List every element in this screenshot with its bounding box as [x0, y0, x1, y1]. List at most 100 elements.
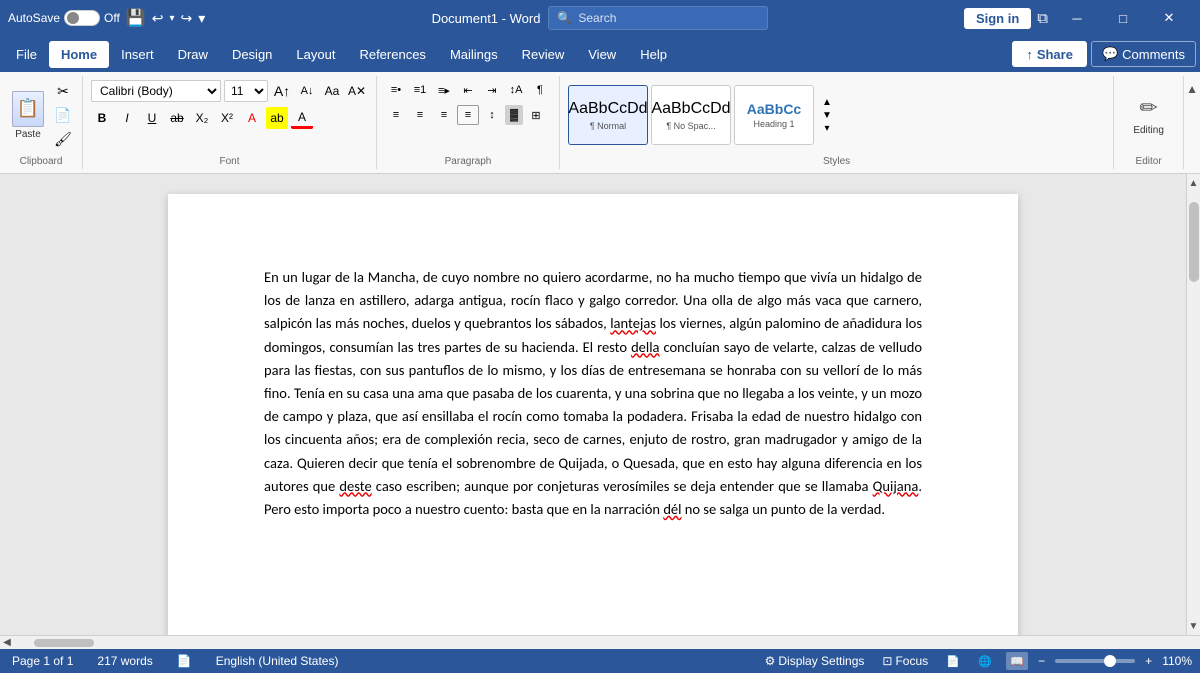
- menu-file[interactable]: File: [4, 41, 49, 68]
- style-normal[interactable]: AaBbCcDd ¶ Normal: [568, 85, 648, 145]
- styles-scroll-up[interactable]: ▲: [822, 97, 832, 108]
- spelling-quijana: Quijana: [873, 477, 919, 495]
- print-layout-view-button[interactable]: 📄: [942, 652, 964, 670]
- align-right-button[interactable]: ≡: [433, 105, 455, 125]
- autosave-toggle[interactable]: [64, 10, 100, 26]
- signin-button[interactable]: Sign in: [964, 8, 1031, 29]
- subscript-button[interactable]: X₂: [191, 107, 213, 129]
- editing-label: Editing: [1133, 125, 1164, 136]
- editor-area[interactable]: ✏ Editing: [1125, 91, 1172, 140]
- multilevel-button[interactable]: ≡▸: [433, 80, 455, 100]
- style-heading1[interactable]: AaBbCc Heading 1: [734, 85, 814, 145]
- undo-dropdown-icon[interactable]: ▾: [170, 13, 175, 24]
- focus-icon: ⊡: [882, 654, 892, 668]
- menu-layout[interactable]: Layout: [284, 41, 347, 68]
- decrease-indent-button[interactable]: ⇤: [457, 80, 479, 100]
- menu-mailings[interactable]: Mailings: [438, 41, 510, 68]
- styles-more-button[interactable]: ▾: [824, 123, 829, 134]
- clipboard-content: 📋 Paste ✂ 📄 🖌: [8, 76, 74, 154]
- style-heading1-label: Heading 1: [753, 119, 794, 129]
- menu-draw[interactable]: Draw: [166, 41, 220, 68]
- menu-design[interactable]: Design: [220, 41, 284, 68]
- line-spacing-button[interactable]: ↕: [481, 105, 503, 125]
- ribbon-collapse-button[interactable]: ▲: [1186, 82, 1198, 96]
- strikethrough-button[interactable]: ab: [166, 107, 188, 129]
- zoom-slider[interactable]: [1055, 659, 1135, 663]
- scroll-up-button[interactable]: ▲: [1187, 174, 1200, 192]
- document-text[interactable]: En un lugar de la Mancha, de cuyo nombre…: [264, 266, 922, 521]
- scroll-left-button[interactable]: ◀: [0, 636, 14, 650]
- zoom-level[interactable]: 110%: [1162, 654, 1192, 668]
- word-count[interactable]: 217 words: [93, 654, 156, 668]
- clear-format-button[interactable]: A✕: [346, 80, 368, 102]
- scroll-thumb[interactable]: [1189, 202, 1199, 282]
- vertical-scrollbar[interactable]: ▲ ▼: [1186, 174, 1200, 635]
- h-scroll-track[interactable]: [14, 636, 1186, 649]
- cut-button[interactable]: ✂: [52, 80, 74, 102]
- shading-button[interactable]: ▓: [505, 105, 523, 125]
- text-color-button[interactable]: A: [241, 107, 263, 129]
- search-box[interactable]: 🔍 Search: [548, 6, 768, 30]
- spelling-del: dél: [663, 500, 681, 518]
- copy-button[interactable]: 📄: [52, 104, 74, 126]
- zoom-plus-button[interactable]: +: [1145, 654, 1152, 668]
- page-info[interactable]: Page 1 of 1: [8, 654, 77, 668]
- zoom-thumb[interactable]: [1104, 655, 1116, 667]
- save-icon[interactable]: 💾: [126, 8, 146, 28]
- document-page[interactable]: En un lugar de la Mancha, de cuyo nombre…: [168, 194, 1018, 635]
- font-color-button[interactable]: A: [291, 107, 313, 129]
- scroll-down-button[interactable]: ▼: [1187, 617, 1200, 635]
- document-stats-icon[interactable]: 📄: [173, 654, 196, 668]
- menu-references[interactable]: References: [347, 41, 437, 68]
- font-row-2: B I U ab X₂ X² A ab A: [91, 107, 313, 129]
- menu-help[interactable]: Help: [628, 41, 679, 68]
- scroll-track[interactable]: [1187, 192, 1200, 617]
- document-scrollarea[interactable]: En un lugar de la Mancha, de cuyo nombre…: [0, 174, 1186, 635]
- font-family-select[interactable]: Calibri (Body): [91, 80, 221, 102]
- shrink-font-button[interactable]: A↓: [296, 80, 318, 102]
- increase-indent-button[interactable]: ⇥: [481, 80, 503, 100]
- sort-button[interactable]: ↕A: [505, 80, 527, 100]
- undo-icon[interactable]: ↩: [152, 10, 164, 27]
- bullets-button[interactable]: ≡•: [385, 80, 407, 100]
- style-no-spacing[interactable]: AaBbCcDd ¶ No Spac...: [651, 85, 731, 145]
- customize-icon[interactable]: ▾: [198, 10, 205, 27]
- menu-insert[interactable]: Insert: [109, 41, 166, 68]
- document-title: Document1 - Word: [432, 11, 541, 26]
- styles-scroll-down[interactable]: ▼: [822, 110, 832, 121]
- restore-button[interactable]: □: [1100, 0, 1146, 36]
- focus-button[interactable]: ⊡ Focus: [878, 654, 932, 668]
- highlight-color-button[interactable]: ab: [266, 107, 288, 129]
- paste-button[interactable]: 📋 Paste: [8, 89, 48, 142]
- superscript-button[interactable]: X²: [216, 107, 238, 129]
- web-layout-button[interactable]: 🌐: [974, 652, 996, 670]
- comments-button[interactable]: 💬 Comments: [1091, 41, 1196, 67]
- numbering-button[interactable]: ≡1: [409, 80, 431, 100]
- read-mode-button[interactable]: 📖: [1006, 652, 1028, 670]
- align-left-button[interactable]: ≡: [385, 105, 407, 125]
- change-case-button[interactable]: Aa: [321, 80, 343, 102]
- show-formatting-button[interactable]: ¶: [529, 80, 551, 100]
- menu-view[interactable]: View: [576, 41, 628, 68]
- minimize-button[interactable]: ─: [1054, 0, 1100, 36]
- bold-button[interactable]: B: [91, 107, 113, 129]
- display-settings-button[interactable]: ⚙ Display Settings: [761, 654, 869, 668]
- zoom-minus-button[interactable]: −: [1038, 654, 1045, 668]
- grow-font-button[interactable]: A↑: [271, 80, 293, 102]
- menu-review[interactable]: Review: [510, 41, 577, 68]
- share-button[interactable]: ↑ Share: [1012, 41, 1087, 67]
- justify-button[interactable]: ≡: [457, 105, 479, 125]
- h-scroll-thumb[interactable]: [34, 639, 94, 647]
- close-button[interactable]: ✕: [1146, 0, 1192, 36]
- italic-button[interactable]: I: [116, 107, 138, 129]
- redo-icon[interactable]: ↪: [181, 10, 193, 27]
- underline-button[interactable]: U: [141, 107, 163, 129]
- multi-window-icon[interactable]: ⧉: [1037, 10, 1048, 27]
- format-painter-button[interactable]: 🖌: [52, 128, 74, 150]
- font-size-select[interactable]: 11: [224, 80, 268, 102]
- align-center-button[interactable]: ≡: [409, 105, 431, 125]
- borders-button[interactable]: ⊞: [525, 105, 547, 125]
- horizontal-scrollbar[interactable]: ◀: [0, 635, 1200, 649]
- language-selector[interactable]: English (United States): [212, 654, 343, 668]
- menu-home[interactable]: Home: [49, 41, 109, 68]
